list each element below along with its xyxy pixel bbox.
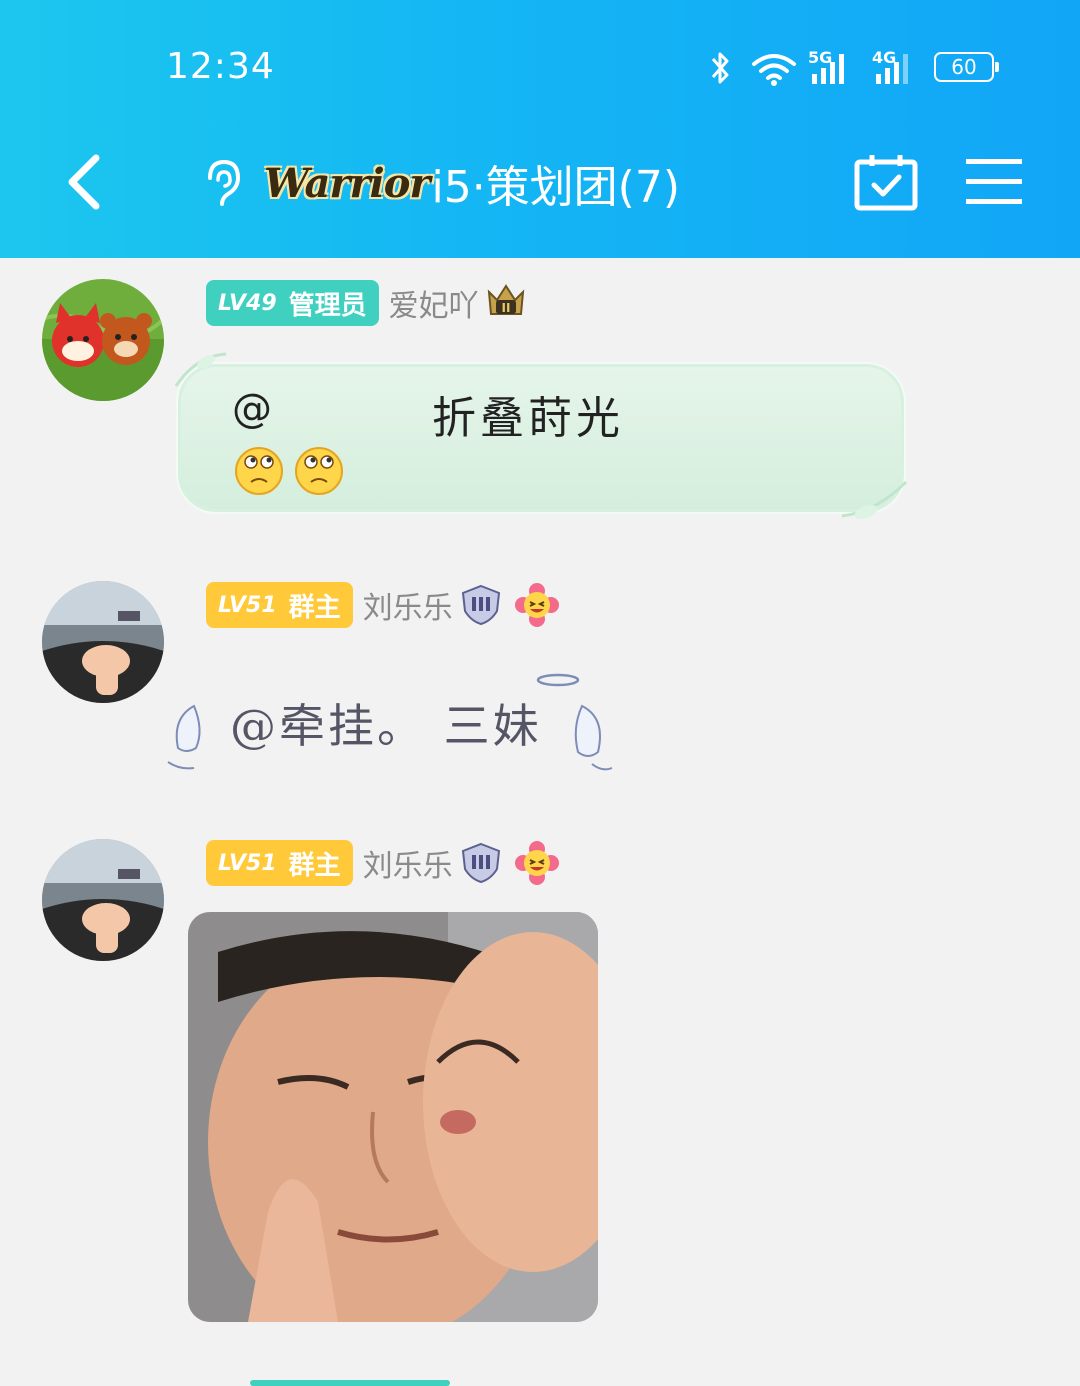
emoji-row <box>234 446 344 496</box>
next-message-badge-peek <box>250 1380 450 1386</box>
crown-rank-icon: II <box>487 284 524 315</box>
sender-meta: LV51 群主 刘乐乐 <box>206 581 559 629</box>
menu-icon[interactable] <box>964 157 1024 207</box>
wifi-icon <box>752 54 796 86</box>
leaf-decoration-icon <box>174 352 227 387</box>
status-time: 12:34 <box>166 46 275 87</box>
sender-nickname[interactable]: 刘乐乐 <box>363 841 453 885</box>
flower-emoji-icon <box>514 583 559 627</box>
flower-emoji-icon <box>514 841 559 885</box>
signal-4g-icon: 4G <box>872 48 922 86</box>
message-text[interactable]: @牵挂。 三妹 <box>230 690 542 756</box>
top-bar: 12:34 5G 4G 60 Warrior i5·策划团(7) <box>0 0 1080 258</box>
avatar[interactable] <box>42 279 164 401</box>
image-message[interactable] <box>188 912 598 1322</box>
shield-rank-icon <box>461 842 500 884</box>
group-title: i5·策划团(7) <box>431 162 680 213</box>
level-badge: LV51 群主 <box>206 582 353 628</box>
thinking-face-icon <box>235 447 283 495</box>
mention-text[interactable]: 折叠莳光 <box>432 382 624 446</box>
status-icons: 5G 4G 60 <box>700 48 1010 92</box>
leaf-decoration-icon <box>841 480 908 519</box>
thinking-face-icon <box>295 447 343 495</box>
sender-nickname[interactable]: 爱妃吖 <box>389 281 479 325</box>
sender-nickname[interactable]: 刘乐乐 <box>363 583 453 627</box>
ear-icon[interactable] <box>200 158 244 208</box>
level-badge: LV51 群主 <box>206 840 353 886</box>
signal-5g-icon: 5G <box>808 48 858 86</box>
shield-rank-icon <box>461 584 500 626</box>
chat-title[interactable]: Warrior i5·策划团(7) <box>200 148 680 218</box>
avatar[interactable] <box>42 581 164 703</box>
battery-icon: 60 <box>934 52 999 82</box>
level-badge: LV49 管理员 <box>206 280 379 326</box>
back-arrow-icon[interactable] <box>56 150 116 214</box>
calendar-check-icon[interactable] <box>854 152 918 212</box>
avatar[interactable] <box>42 839 164 961</box>
sender-meta: LV49 管理员 爱妃吖 II <box>206 279 527 327</box>
message-bubble[interactable]: @ 折叠莳光 <box>176 362 906 514</box>
svg-text:II: II <box>501 301 510 315</box>
warrior-logo: Warrior <box>264 159 430 207</box>
halo-wing-decoration-icon <box>536 673 613 771</box>
wing-decoration-icon <box>167 704 201 770</box>
sender-meta: LV51 群主 刘乐乐 <box>206 839 559 887</box>
bluetooth-icon <box>711 52 729 84</box>
